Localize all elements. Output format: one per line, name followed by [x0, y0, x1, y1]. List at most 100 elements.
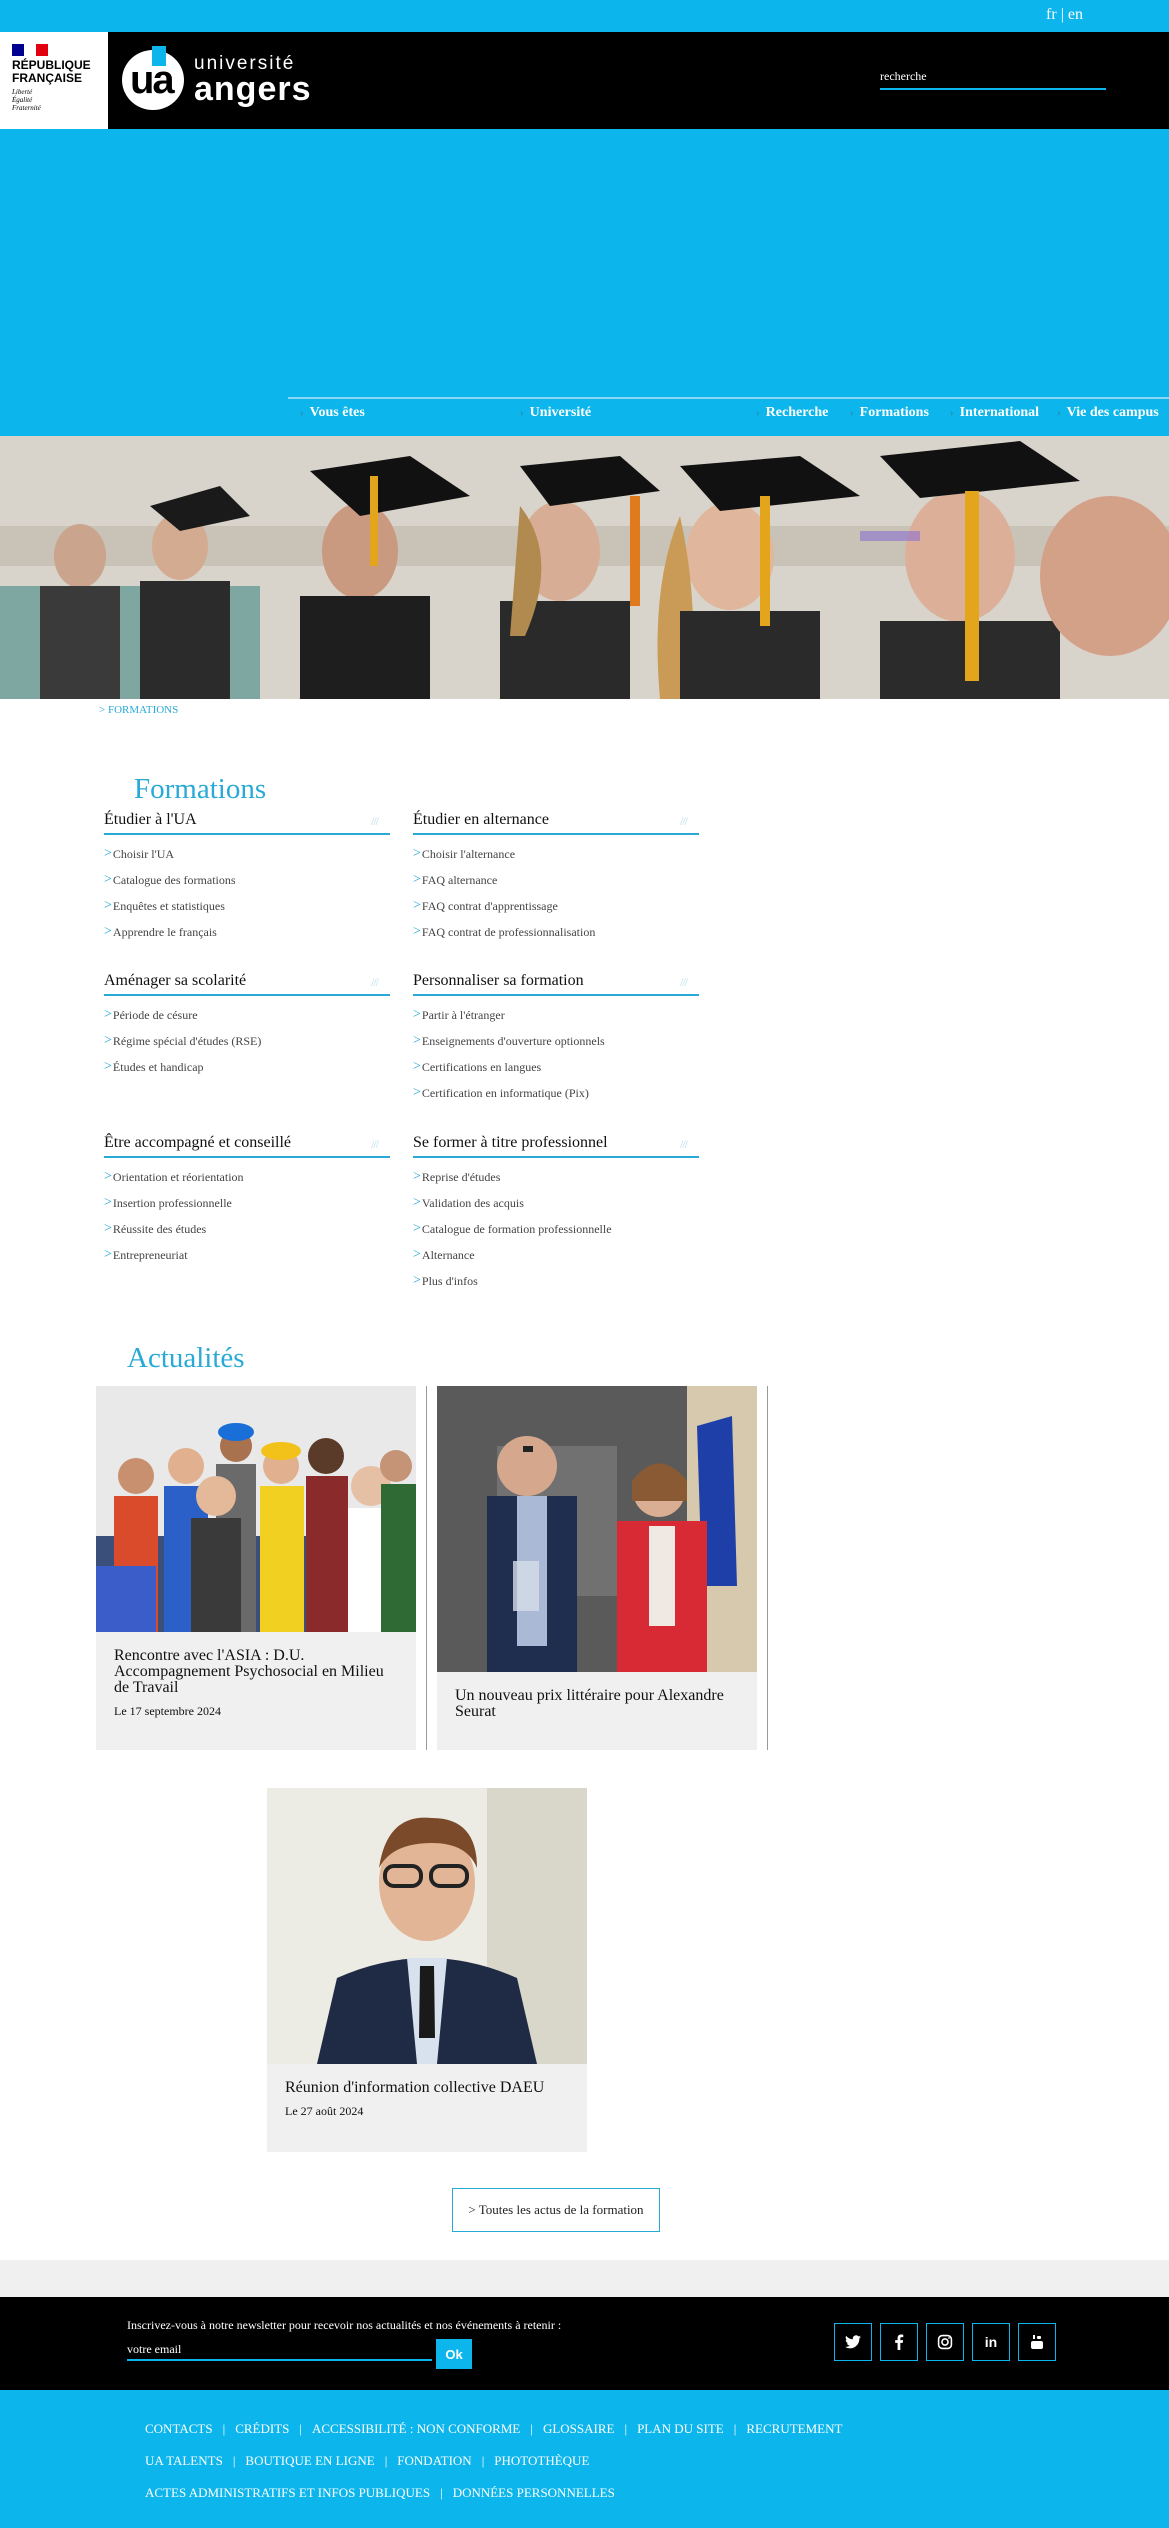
list-item[interactable]: > FAQ contrat de professionnalisation [413, 919, 699, 945]
footer-link-boutique[interactable]: BOUTIQUE EN LIGNE [245, 2453, 374, 2469]
list-item[interactable]: > Entrepreneuriat [104, 1242, 390, 1268]
list-item-label: Alternance [421, 1248, 475, 1262]
all-news-button[interactable]: > Toutes les actus de la formation [452, 2188, 660, 2232]
newsletter-label: Inscrivez-vous à notre newsletter pour r… [127, 2318, 562, 2332]
block-accompagne: Être accompagné et conseillé/// > Orienta… [104, 1130, 390, 1268]
search-box [880, 67, 1106, 90]
list-item-label: Catalogue des formations [112, 873, 236, 887]
linkedin-icon[interactable]: in [972, 2323, 1010, 2361]
footer-link-phototheque[interactable]: PHOTOTHÈQUE [494, 2453, 589, 2469]
language-switcher: fr | en [1046, 6, 1083, 24]
nav-item-universite[interactable]: › Université [520, 405, 591, 421]
list-item[interactable]: > Catalogue des formations [104, 867, 390, 893]
footer-link-fondation[interactable]: FONDATION [397, 2453, 471, 2469]
rf-motto-1: Liberté [12, 88, 33, 96]
slash-mark-icon: /// [679, 975, 688, 989]
footer-link-ua-talents[interactable]: UA TALENTS [145, 2453, 223, 2469]
youtube-icon[interactable] [1018, 2323, 1056, 2361]
list-item[interactable]: > Régime spécial d'études (RSE) [104, 1028, 390, 1054]
nav-item-formations[interactable]: › Formations [850, 405, 929, 421]
footer-link-donnees-personnelles[interactable]: DONNÉES PERSONNELLES [453, 2485, 615, 2501]
block-personnaliser: Personnaliser sa formation/// > Partir à … [413, 968, 699, 1106]
universite-angers-logo[interactable]: ua université angers [122, 46, 312, 110]
newsletter-email-input[interactable] [127, 2340, 432, 2359]
top-bar [0, 0, 1169, 32]
instagram-icon[interactable] [926, 2323, 964, 2361]
list-item[interactable]: > Période de césure [104, 1002, 390, 1028]
news-card[interactable]: Réunion d'information collective DAEU Le… [267, 1788, 587, 2152]
block-title: Aménager sa scolarité [104, 972, 247, 989]
list-item-label: Enquêtes et statistiques [112, 899, 225, 913]
arrow-right-icon: > [413, 1195, 421, 1210]
list-item[interactable]: > Validation des acquis [413, 1190, 699, 1216]
list-item[interactable]: > Apprendre le français [104, 919, 390, 945]
list-item[interactable]: > FAQ alternance [413, 867, 699, 893]
list-item[interactable]: > Plus d'infos [413, 1268, 699, 1294]
list-item-label: Enseignements d'ouverture optionnels [421, 1034, 605, 1048]
card-divider [426, 1386, 427, 1750]
breadcrumb[interactable]: > FORMATIONS [99, 704, 178, 716]
lang-fr-link[interactable]: fr [1046, 6, 1057, 23]
footer-link-plan-du-site[interactable]: PLAN DU SITE [637, 2421, 724, 2437]
rf-title-line2: FRANÇAISE [12, 71, 83, 85]
list-item[interactable]: > Partir à l'étranger [413, 1002, 699, 1028]
list-item[interactable]: > Catalogue de formation professionnelle [413, 1216, 699, 1242]
block-title: Se former à titre professionnel [413, 1134, 608, 1151]
news-image-student [267, 1788, 587, 2064]
arrow-right-icon: > [413, 924, 421, 939]
newsletter-submit-button[interactable]: Ok [436, 2339, 472, 2369]
arrow-right-icon: > [104, 1033, 112, 1048]
nav-item-vous-etes[interactable]: › Vous êtes [300, 405, 365, 421]
list-item[interactable]: > Choisir l'alternance [413, 841, 699, 867]
list-item-label: Plus d'infos [421, 1274, 478, 1288]
chevron-right-icon: › [1057, 407, 1061, 419]
footer-link-recrutement[interactable]: RECRUTEMENT [746, 2421, 842, 2437]
arrow-right-icon: > [104, 872, 112, 887]
list-item[interactable]: > FAQ contrat d'apprentissage [413, 893, 699, 919]
list-item[interactable]: > Réussite des études [104, 1216, 390, 1242]
list-item-label: FAQ contrat d'apprentissage [421, 899, 558, 913]
footer-link-contacts[interactable]: CONTACTS [145, 2421, 213, 2437]
footer-link-glossaire[interactable]: GLOSSAIRE [543, 2421, 615, 2437]
footer-link-actes-administratifs[interactable]: ACTES ADMINISTRATIFS ET INFOS PUBLIQUES [145, 2485, 430, 2501]
lang-en-link[interactable]: en [1068, 6, 1083, 23]
slash-mark-icon: /// [370, 1137, 379, 1151]
list-item[interactable]: > Choisir l'UA [104, 841, 390, 867]
arrow-right-icon: > [413, 1085, 421, 1100]
arrow-right-icon: > [413, 1059, 421, 1074]
list-item-label: Période de césure [112, 1008, 198, 1022]
footer-links-row-1: CONTACTS | CRÉDITS | ACCESSIBILITÉ : NON C… [145, 2421, 843, 2437]
nav-item-international[interactable]: › International [950, 405, 1039, 421]
list-item[interactable]: > Certification en informatique (Pix) [413, 1080, 699, 1106]
list-item-label: Entrepreneuriat [112, 1248, 188, 1262]
list-item-label: Certification en informatique (Pix) [421, 1086, 589, 1100]
list-item[interactable]: > Certifications en langues [413, 1054, 699, 1080]
footer-link-credits[interactable]: CRÉDITS [235, 2421, 289, 2437]
news-card[interactable]: Rencontre avec l'ASIA : D.U. Accompagnem… [96, 1386, 416, 1750]
nav-item-vie-des-campus[interactable]: › Vie des campus [1057, 405, 1159, 421]
chevron-right-icon: › [850, 407, 854, 419]
arrow-right-icon: > [104, 1169, 112, 1184]
arrow-right-icon: > [104, 1247, 112, 1262]
list-item[interactable]: > Orientation et réorientation [104, 1164, 390, 1190]
list-item[interactable]: > Insertion professionnelle [104, 1190, 390, 1216]
list-item[interactable]: > Enquêtes et statistiques [104, 893, 390, 919]
blue-banner [0, 129, 1169, 436]
block-title: Étudier à l'UA [104, 811, 197, 828]
arrow-right-icon: > [413, 1007, 421, 1022]
nav-item-recherche[interactable]: › Recherche [756, 405, 828, 421]
nav-label: Vous êtes [309, 405, 365, 420]
list-item[interactable]: > Enseignements d'ouverture optionnels [413, 1028, 699, 1054]
list-item-label: Études et handicap [112, 1060, 204, 1074]
facebook-icon[interactable] [880, 2323, 918, 2361]
list-item[interactable]: > Études et handicap [104, 1054, 390, 1080]
list-item[interactable]: > Reprise d'études [413, 1164, 699, 1190]
footer-link-accessibilite[interactable]: ACCESSIBILITÉ : NON CONFORME [312, 2421, 520, 2437]
news-card[interactable]: Un nouveau prix littéraire pour Alexandr… [437, 1386, 757, 1750]
search-input[interactable] [880, 69, 1106, 84]
twitter-icon[interactable] [834, 2323, 872, 2361]
republique-francaise-logo[interactable]: RÉPUBLIQUE FRANÇAISE Liberté Égalité Fra… [0, 32, 108, 129]
news-card-title: Réunion d'information collective DAEU [285, 2079, 545, 2096]
list-item-label: Certifications en langues [421, 1060, 542, 1074]
list-item[interactable]: > Alternance [413, 1242, 699, 1268]
